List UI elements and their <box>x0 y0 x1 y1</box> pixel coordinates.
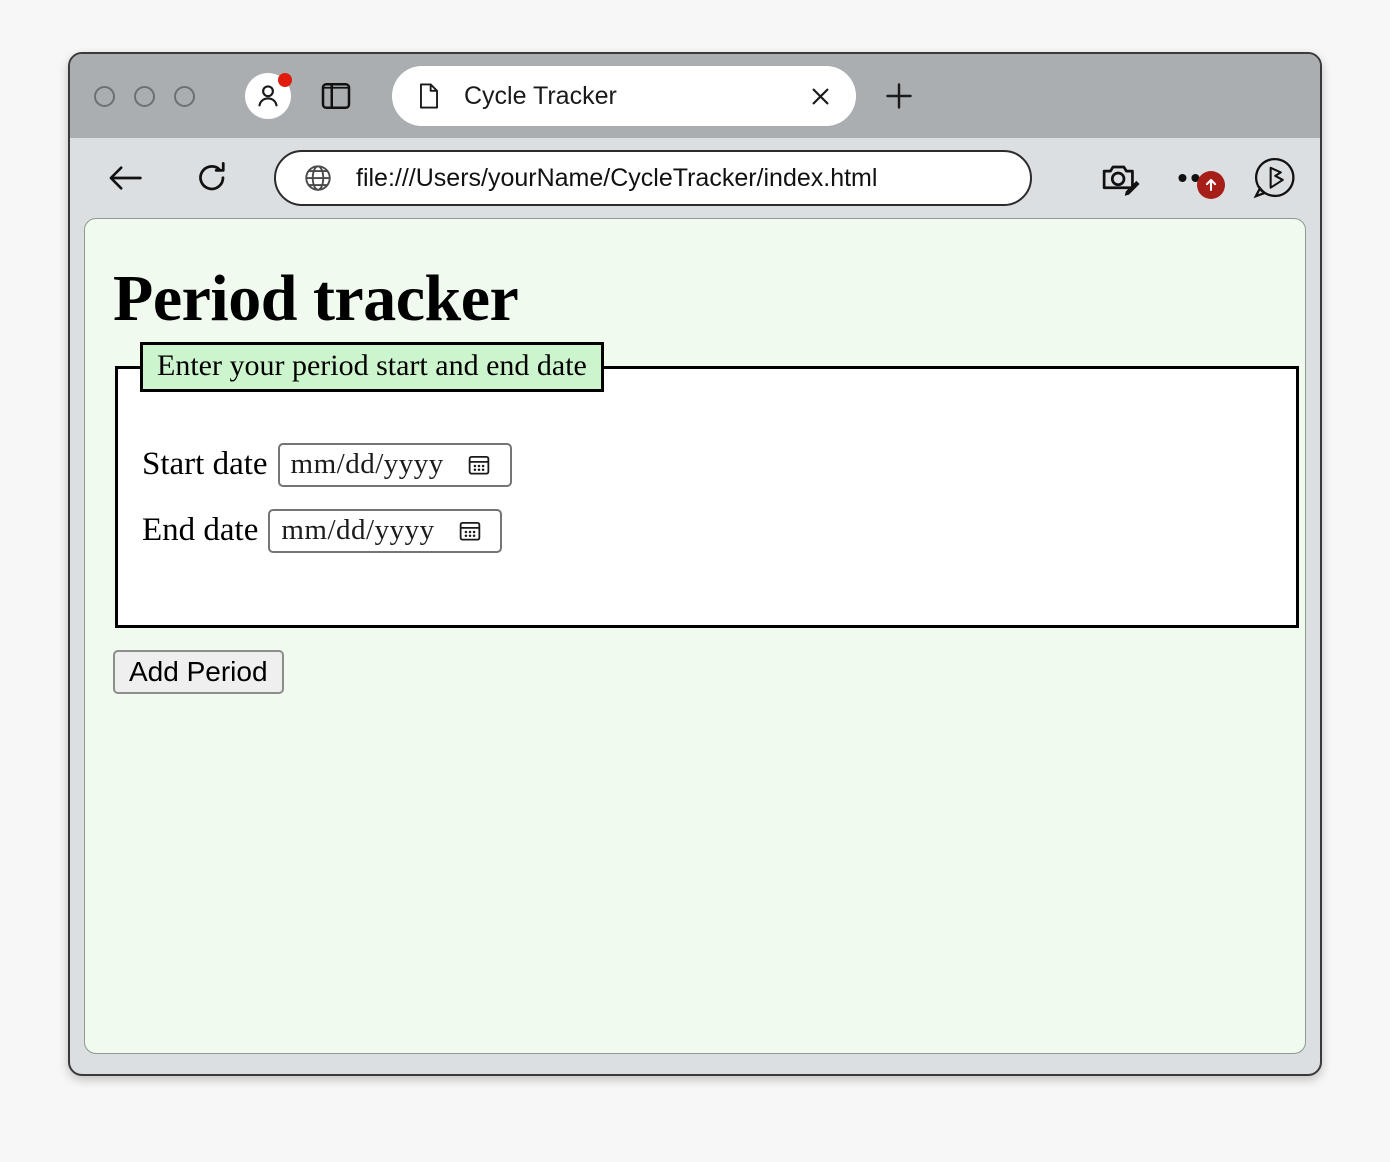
reload-button[interactable] <box>190 156 234 200</box>
split-panel-icon <box>321 83 351 109</box>
arrow-left-icon <box>109 166 142 190</box>
document-icon <box>420 83 438 109</box>
copilot-icon <box>1253 157 1295 199</box>
profile-notification-badge <box>278 73 292 87</box>
page-title: Period tracker <box>113 262 519 335</box>
start-date-input[interactable]: mm/dd/yyyy <box>277 442 512 487</box>
profile-avatar[interactable] <box>245 73 292 119</box>
add-period-button[interactable]: Add Period <box>113 649 284 694</box>
address-bar[interactable]: file:///Users/yourName/CycleTracker/inde… <box>274 150 1032 206</box>
screenshot-button[interactable] <box>1098 155 1144 201</box>
close-icon <box>812 88 828 104</box>
tab-close-button[interactable] <box>806 82 834 110</box>
start-date-calendar-icon[interactable] <box>466 452 492 478</box>
address-url-text: file:///Users/yourName/CycleTracker/inde… <box>356 163 878 192</box>
fieldset-legend: Enter your period start and end date <box>140 341 604 393</box>
toolbar-actions <box>1074 155 1298 201</box>
end-date-calendar-icon[interactable] <box>457 518 483 544</box>
browser-window: Cycle Tracker file:///Users/yourName/Cyc… <box>68 52 1322 1076</box>
globe-icon <box>302 162 334 194</box>
browser-tab[interactable]: Cycle Tracker <box>392 66 856 126</box>
new-tab-button[interactable] <box>880 77 918 115</box>
tab-favicon <box>416 82 442 110</box>
window-controls <box>94 85 195 107</box>
browser-title-bar: Cycle Tracker <box>70 54 1320 138</box>
back-button[interactable] <box>104 156 148 200</box>
upload-status-badge <box>1197 171 1225 199</box>
sidebar-toggle-button[interactable] <box>319 79 353 113</box>
person-avatar-icon <box>258 85 278 107</box>
minimize-window-button[interactable] <box>134 85 155 107</box>
browser-toolbar: file:///Users/yourName/CycleTracker/inde… <box>70 138 1320 218</box>
upload-arrow-icon <box>1205 178 1217 192</box>
period-entry-fieldset: Enter your period start and end date Sta… <box>115 341 1299 628</box>
end-date-row: End date mm/dd/yyyy <box>142 508 1296 553</box>
calendar-icon <box>459 521 480 541</box>
globe-icon-glyph <box>305 165 331 191</box>
maximize-window-button[interactable] <box>174 85 195 107</box>
plus-icon <box>886 83 912 109</box>
start-date-row: Start date mm/dd/yyyy <box>142 442 1296 487</box>
reload-icon <box>199 161 225 191</box>
page-content-area: Period tracker Enter your period start a… <box>84 218 1306 1054</box>
end-date-label: End date <box>142 512 259 549</box>
screenshot-edit-icon <box>1102 165 1140 196</box>
calendar-icon <box>468 455 490 475</box>
end-date-input[interactable]: mm/dd/yyyy <box>268 508 503 553</box>
close-window-button[interactable] <box>94 85 115 107</box>
end-date-placeholder: mm/dd/yyyy <box>281 514 435 547</box>
copilot-button[interactable] <box>1252 155 1298 201</box>
start-date-label: Start date <box>142 446 268 483</box>
start-date-placeholder: mm/dd/yyyy <box>290 448 444 481</box>
tab-title: Cycle Tracker <box>464 81 617 110</box>
more-options-button[interactable] <box>1170 155 1226 201</box>
